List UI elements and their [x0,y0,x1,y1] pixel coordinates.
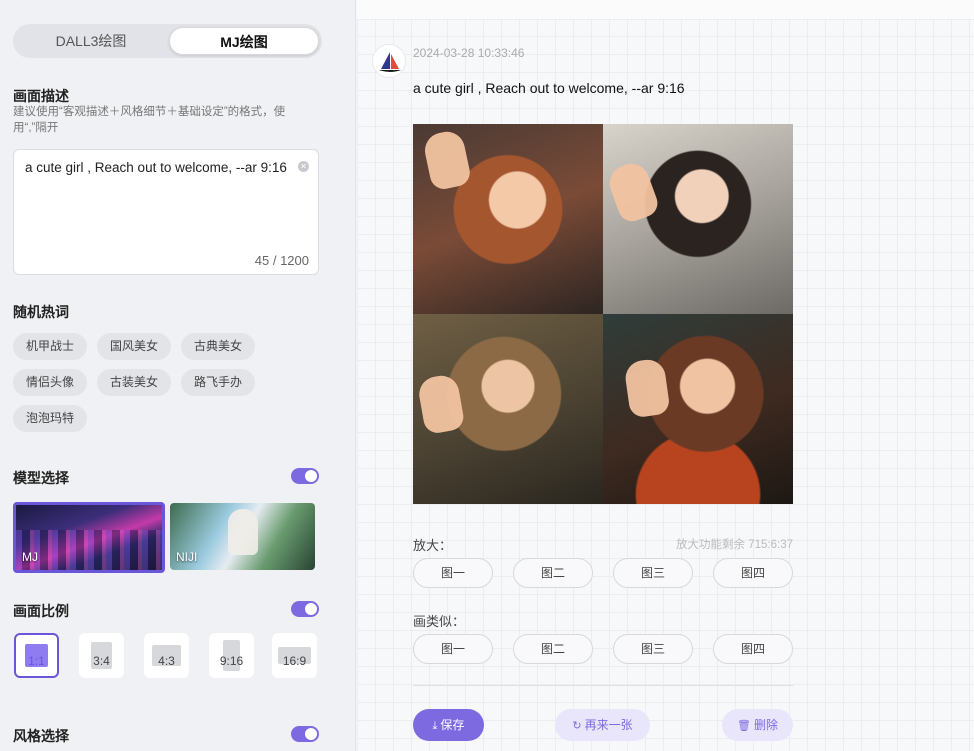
generated-image-grid[interactable] [413,124,793,504]
waving-hand-shape [421,128,473,192]
model-card-mj[interactable]: MJ [13,502,165,573]
model-title: 模型选择 [13,470,69,486]
model-toggle[interactable] [291,468,319,484]
waving-hand-shape [416,372,466,436]
divider [413,685,793,686]
prompt-textarea[interactable]: a cute girl , Reach out to welcome, --ar… [13,149,319,275]
variation-button-2[interactable]: 图二 [513,634,593,664]
ratio-label: 4:3 [158,654,175,668]
regenerate-label: 再来一张 [584,718,633,732]
generated-image-2[interactable] [603,124,793,314]
variation-button-1[interactable]: 图一 [413,634,493,664]
ratio-label: 3:4 [93,654,110,668]
generated-image-4[interactable] [603,314,793,504]
mode-mj-tab[interactable]: MJ绘图 [169,27,319,55]
save-label: 保存 [440,718,465,732]
description-title: 画面描述 [13,88,69,104]
prompt-text[interactable]: a cute girl , Reach out to welcome, --ar… [25,157,295,178]
ratio-toggle[interactable] [291,601,319,617]
ratio-label: 1:1 [28,654,45,668]
hot-word-tag[interactable]: 机甲战士 [13,333,88,360]
variation-title: 画类似： [413,614,466,629]
sailboat-icon [379,52,401,72]
trash-icon: 🗑 [737,720,751,732]
hot-word-tag[interactable]: 情侣头像 [13,369,88,396]
generated-image-3[interactable] [413,314,603,504]
style-title: 风格选择 [13,728,69,744]
model-label: MJ [22,550,38,564]
regenerate-button[interactable]: ↻ 再来一张 [555,709,650,741]
upscale-button-1[interactable]: 图一 [413,558,493,588]
save-button[interactable]: ⤓ 保存 [413,709,484,741]
top-bar [357,0,974,20]
variation-button-4[interactable]: 图四 [713,634,793,664]
description-hint: 建议使用“客观描述＋风格细节＋基础设定”的格式，使用“,”隔开 [13,106,286,134]
hot-word-tag[interactable]: 泡泡玛特 [13,405,88,432]
ratio-label: 16:9 [282,654,307,668]
result-panel: 2024-03-28 10:33:46 a cute girl , Reach … [357,0,974,751]
mode-dall3-tab[interactable]: DALL3绘图 [16,27,166,55]
upscale-remaining: 放大功能剩余 715:6:37 [676,539,793,551]
delete-label: 删除 [753,718,778,732]
upscale-button-3[interactable]: 图三 [613,558,693,588]
hot-word-tag[interactable]: 路飞手办 [181,369,256,396]
message-prompt: a cute girl , Reach out to welcome, --ar… [413,80,685,96]
refresh-icon: ↻ [572,720,582,732]
upscale-button-4[interactable]: 图四 [713,558,793,588]
hot-word-tag[interactable]: 国风美女 [97,333,172,360]
hot-word-tag[interactable]: 古典美女 [181,333,256,360]
hot-word-tag[interactable]: 古装美女 [97,369,172,396]
settings-panel: DALL3绘图 MJ绘图 画面描述 建议使用“客观描述＋风格细节＋基础设定”的格… [0,0,356,751]
model-card-niji[interactable]: NIJI [170,503,315,570]
waving-hand-shape [623,357,671,419]
generated-image-1[interactable] [413,124,603,314]
waving-hand-shape [604,158,662,226]
message-timestamp: 2024-03-28 10:33:46 [413,46,525,60]
model-label: NIJI [176,550,198,564]
download-icon: ⤓ [432,720,438,732]
upscale-title: 放大： [413,538,453,553]
style-toggle[interactable] [291,726,319,742]
upscale-button-2[interactable]: 图二 [513,558,593,588]
bot-avatar [372,44,406,78]
ratio-label: 9:16 [219,654,244,668]
hot-words-title: 随机热词 [13,304,69,320]
variation-button-3[interactable]: 图三 [613,634,693,664]
clear-icon[interactable]: ✕ [298,161,309,172]
ratio-title: 画面比例 [13,603,69,619]
delete-button[interactable]: 🗑 删除 [722,709,793,741]
char-counter: 45 / 1200 [254,253,309,268]
mode-switch: DALL3绘图 MJ绘图 [13,24,322,58]
model-thumbnail-figure [228,509,258,555]
